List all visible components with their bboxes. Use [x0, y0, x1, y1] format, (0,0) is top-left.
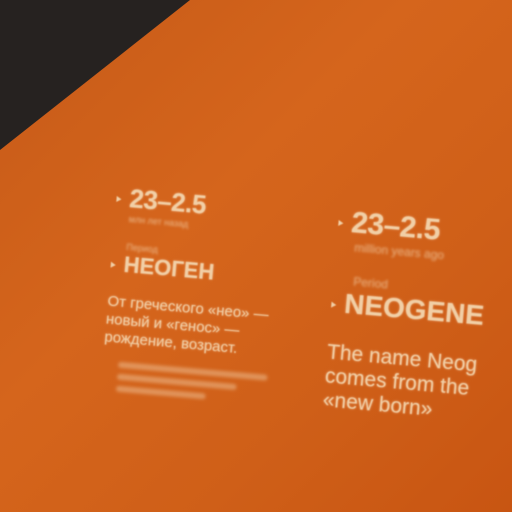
russian-column: 23–2.5 млн лет назад Период НЕОГЕН От гр… [99, 182, 307, 413]
bullet-icon [338, 220, 344, 227]
bullet-icon [110, 261, 116, 269]
english-column: 23–2.5 million years ago Period NEOGENE … [322, 205, 512, 435]
bullet-icon [331, 301, 337, 308]
blurred-fine-print [115, 361, 268, 405]
bullet-icon [116, 196, 122, 203]
description: От греческого «нео» — новый и «генос» — … [103, 292, 270, 358]
